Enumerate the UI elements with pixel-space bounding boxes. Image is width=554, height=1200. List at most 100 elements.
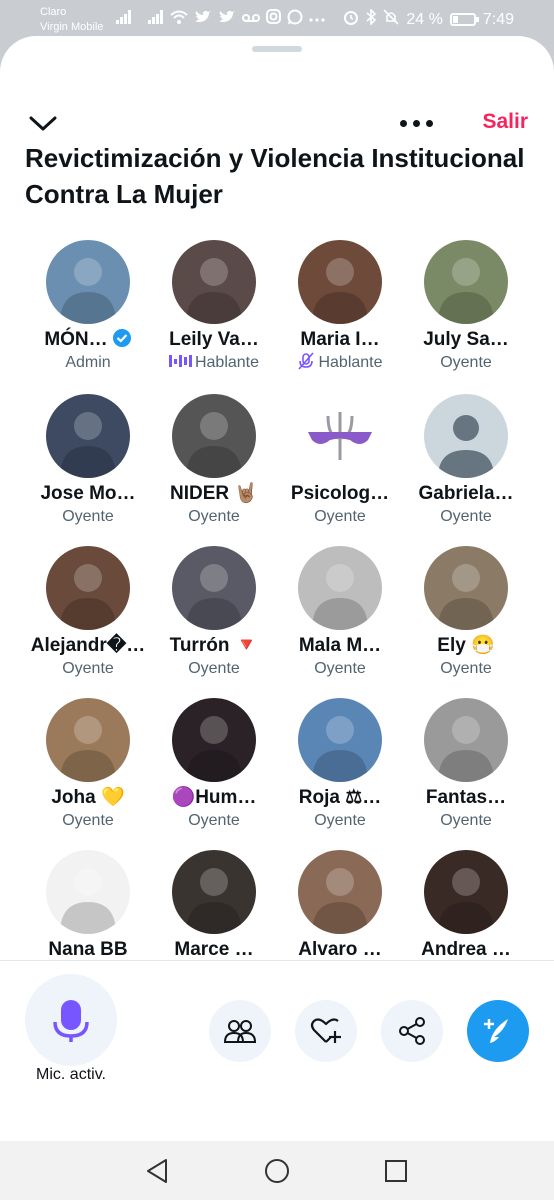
participant-role-text: Oyente bbox=[440, 354, 492, 371]
participant[interactable]: Turrón 🔻 Oyente bbox=[151, 546, 277, 686]
avatar bbox=[46, 240, 130, 324]
participant-name-text: Alejandr�… bbox=[30, 635, 146, 656]
participants-button[interactable] bbox=[209, 1000, 271, 1062]
participant[interactable]: Nana BB bbox=[25, 850, 151, 960]
participant[interactable]: Roja ⚖… Oyente bbox=[277, 698, 403, 838]
compose-tweet-button[interactable] bbox=[467, 1000, 529, 1062]
whatsapp-icon bbox=[287, 9, 303, 30]
participant[interactable]: Maria I… Hablante bbox=[277, 240, 403, 380]
participant-role: Oyente bbox=[25, 506, 151, 528]
participant[interactable]: NIDER 🤘🏽 Oyente bbox=[151, 394, 277, 534]
profile-photo-icon bbox=[172, 394, 256, 478]
participant[interactable]: Fantas… Oyente bbox=[403, 698, 529, 838]
participant-role: Oyente bbox=[403, 506, 529, 528]
avatar bbox=[424, 698, 508, 782]
participant-role: Oyente bbox=[277, 506, 403, 528]
participant-name-text: NIDER 🤘🏽 bbox=[169, 483, 259, 504]
recents-button[interactable] bbox=[382, 1157, 410, 1190]
participant-name: Turrón 🔻 bbox=[151, 634, 277, 658]
clock: 7:49 bbox=[482, 10, 514, 28]
participant[interactable]: Psicolog… Oyente bbox=[277, 394, 403, 534]
recents-square-icon bbox=[385, 1160, 407, 1182]
drag-handle[interactable] bbox=[252, 46, 302, 52]
participant-role-text: Oyente bbox=[314, 508, 366, 525]
participant-name: Marce … bbox=[151, 938, 277, 960]
participant-name-text: Turrón 🔻 bbox=[169, 635, 259, 656]
participant-role-text: Oyente bbox=[440, 508, 492, 525]
speaking-waveform-icon bbox=[168, 354, 195, 371]
participant-name-text: Leily Va… bbox=[169, 329, 259, 350]
home-button[interactable] bbox=[263, 1157, 291, 1190]
participant[interactable]: Ely 😷 Oyente bbox=[403, 546, 529, 686]
participant[interactable]: Alejandr�… Oyente bbox=[25, 546, 151, 686]
participant-role: Oyente bbox=[403, 352, 529, 374]
participant[interactable]: Joha 💛 Oyente bbox=[25, 698, 151, 838]
profile-photo-icon bbox=[46, 546, 130, 630]
participant[interactable]: Leily Va… Hablante bbox=[151, 240, 277, 380]
avatar bbox=[172, 546, 256, 630]
participant[interactable]: 🟣Hum… Oyente bbox=[151, 698, 277, 838]
participant-role: Oyente bbox=[151, 810, 277, 832]
participant[interactable]: Mala M… Oyente bbox=[277, 546, 403, 686]
more-dot-icon bbox=[400, 120, 407, 127]
participant-role: Oyente bbox=[277, 658, 403, 680]
avatar bbox=[172, 394, 256, 478]
back-triangle-icon bbox=[147, 1159, 167, 1183]
avatar bbox=[46, 698, 130, 782]
chevron-down-icon bbox=[29, 116, 57, 131]
avatar bbox=[298, 394, 382, 478]
more-options-button[interactable] bbox=[400, 120, 433, 127]
share-button[interactable] bbox=[381, 1000, 443, 1062]
participant-name-text: Andrea … bbox=[421, 939, 511, 960]
participant-role: Admin bbox=[25, 352, 151, 374]
carrier-name-2: Virgin Mobile bbox=[40, 21, 104, 33]
participant-role-text: Oyente bbox=[188, 812, 240, 829]
battery-percent: 24 % bbox=[406, 10, 443, 28]
avatar bbox=[424, 850, 508, 934]
psi-logo-icon bbox=[298, 394, 382, 478]
participant-name: 🟣Hum… bbox=[151, 786, 277, 810]
wifi-icon bbox=[170, 10, 188, 29]
profile-photo-icon bbox=[46, 240, 130, 324]
participant[interactable]: MÓN… Admin bbox=[25, 240, 151, 380]
participant[interactable]: Marce … bbox=[151, 850, 277, 960]
signal-icon bbox=[116, 9, 132, 29]
avatar bbox=[172, 850, 256, 934]
participant-name-text: Maria I… bbox=[300, 329, 380, 350]
mute-icon bbox=[383, 9, 399, 30]
react-button[interactable] bbox=[295, 1000, 357, 1062]
avatar bbox=[298, 240, 382, 324]
space-title: Revictimización y Violencia Instituciona… bbox=[25, 143, 525, 209]
default-avatar-icon bbox=[424, 394, 508, 478]
profile-photo-icon bbox=[46, 850, 130, 934]
participant-name: Jose Mo… bbox=[25, 482, 151, 506]
participant[interactable]: Jose Mo… Oyente bbox=[25, 394, 151, 534]
leave-button[interactable]: Salir bbox=[482, 110, 528, 134]
avatar bbox=[424, 394, 508, 478]
instagram-icon bbox=[266, 9, 281, 29]
twitter-icon bbox=[218, 10, 236, 29]
participant-role-text: Hablante bbox=[194, 354, 260, 371]
participant[interactable]: July Sa… Oyente bbox=[403, 240, 529, 380]
participant-role-text: Oyente bbox=[440, 660, 492, 677]
participant-role-text: Oyente bbox=[62, 660, 114, 677]
participant-name: Fantas… bbox=[403, 786, 529, 810]
participant-role-text: Hablante bbox=[318, 354, 383, 371]
participant[interactable]: Alvaro … bbox=[277, 850, 403, 960]
voicemail-icon bbox=[242, 10, 260, 28]
participant-name-text: Roja ⚖… bbox=[298, 787, 382, 808]
participant-name: Maria I… bbox=[277, 328, 403, 352]
mic-muted-icon bbox=[297, 352, 318, 371]
participant-role: Oyente bbox=[277, 810, 403, 832]
participant[interactable]: Gabriela… Oyente bbox=[403, 394, 529, 534]
participant-role: Oyente bbox=[151, 658, 277, 680]
mic-button[interactable] bbox=[25, 974, 117, 1066]
participant-name-text: Gabriela… bbox=[418, 483, 514, 504]
people-icon bbox=[224, 1020, 256, 1043]
participant[interactable]: Andrea … bbox=[403, 850, 529, 960]
collapse-button[interactable] bbox=[28, 114, 58, 134]
participant-name: Leily Va… bbox=[151, 328, 277, 352]
home-circle-icon bbox=[265, 1159, 289, 1183]
participant-name: Joha 💛 bbox=[25, 786, 151, 810]
back-button[interactable] bbox=[144, 1157, 172, 1190]
